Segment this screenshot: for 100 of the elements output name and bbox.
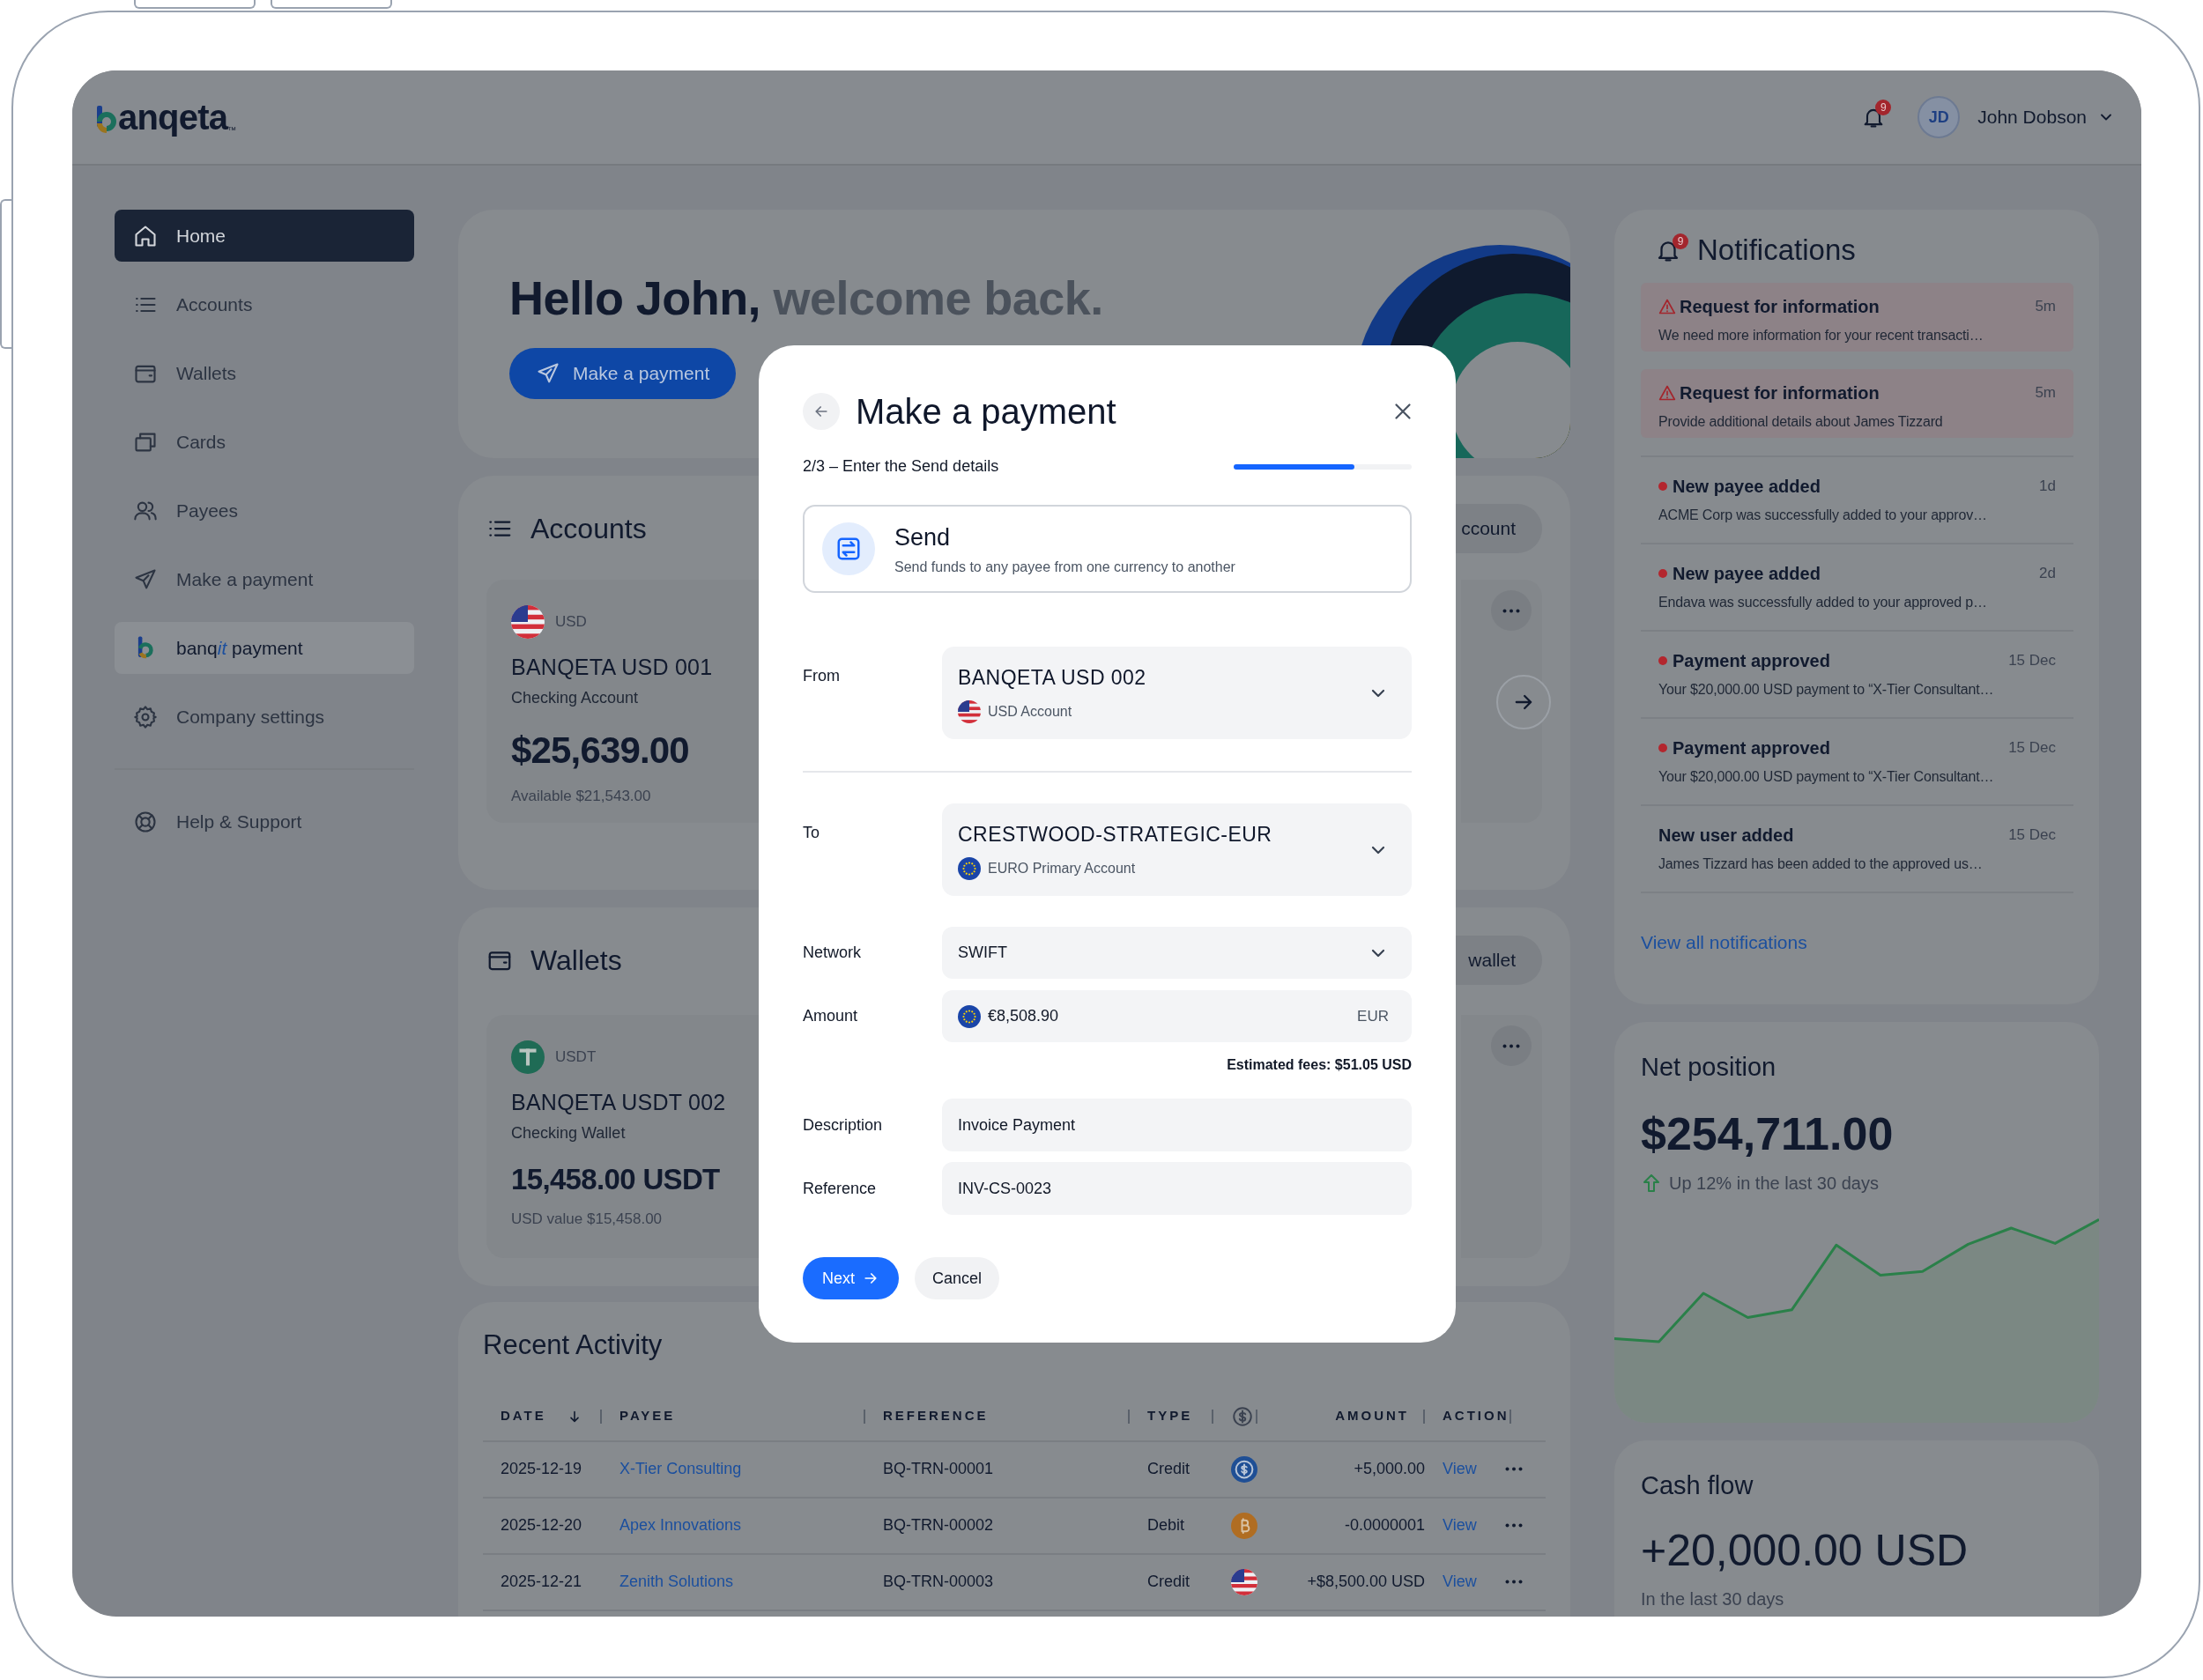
more-button[interactable]: [1505, 1523, 1523, 1528]
table-cell-text: BQ-TRN-00001: [883, 1459, 994, 1479]
warning-icon: [1658, 384, 1676, 402]
add-button[interactable]: ccount: [1456, 504, 1542, 553]
notification-title: New user added: [1658, 825, 1794, 847]
network-dropdown[interactable]: SWIFT: [942, 927, 1412, 979]
nav-item[interactable]: Payees: [115, 485, 414, 537]
us-flag-icon: [511, 605, 545, 639]
settings-icon: [133, 704, 158, 729]
currency-code: USDT: [555, 1047, 597, 1068]
column-header[interactable]: DATE: [501, 1406, 546, 1426]
notification-text: Endava was successfully added to your approved p…: [1658, 594, 1987, 611]
notification-title: Payment approved: [1673, 737, 1830, 759]
account-name: BANQETA USD 001: [511, 654, 714, 681]
cancel-button[interactable]: Cancel: [915, 1257, 1000, 1299]
nav-item[interactable]: Help & Support: [115, 796, 414, 847]
dollar-circle-icon: [1231, 1404, 1254, 1428]
section-title: Accounts: [530, 512, 647, 546]
table-cell-text: +$8,500.00 USD: [1307, 1572, 1425, 1592]
brand-icon: [137, 635, 153, 661]
logo-icon: [97, 106, 118, 134]
dialog-title: Make a payment: [856, 391, 1116, 433]
add-button[interactable]: wallet: [1456, 936, 1542, 985]
next-button[interactable]: Next: [803, 1257, 899, 1299]
user-avatar: JD: [1917, 96, 1961, 138]
currency-code: USD: [555, 612, 587, 633]
notification-item[interactable]: Request for information 5m We need more information for your recent transacti…: [1641, 283, 2073, 352]
eu-flag-icon: [958, 856, 981, 880]
amount-field[interactable]: €8,508.90 EUR: [942, 990, 1412, 1042]
more-icon: [1505, 1580, 1523, 1584]
user-menu-button[interactable]: John Dobson: [1977, 103, 2115, 131]
net-position-amount: $254,711.00: [1641, 1106, 1894, 1161]
usdc-coin-icon: [1231, 1455, 1257, 1483]
change-text: Up 12% in the last 30 days: [1669, 1172, 1879, 1195]
column-header[interactable]: ACTION: [1443, 1406, 1509, 1426]
description-field[interactable]: Invoice Payment: [942, 1099, 1412, 1151]
greeting-heading: Hello John, welcome back.: [509, 270, 1103, 326]
notification-title: Request for information: [1680, 296, 1880, 318]
bitcoin-coin-icon: [1231, 1512, 1257, 1539]
nav-item[interactable]: Company settings: [115, 691, 414, 743]
nav-item[interactable]: Wallets: [115, 347, 414, 399]
account-subtitle: USD Account: [988, 702, 1072, 721]
currency-label: EUR: [1357, 1006, 1389, 1026]
balance-detail: Available $21,543.00: [511, 786, 652, 806]
us-flag-icon: [958, 699, 981, 723]
lifebuoy-icon: [133, 809, 158, 834]
send-option-card[interactable]: Send Send funds to any payee from one currency to another: [803, 505, 1412, 593]
notifications-button[interactable]: 9: [1856, 100, 1892, 135]
notification-text: Provide additional details about James Tizzard: [1658, 413, 1943, 431]
nav-item[interactable]: Make a payment: [115, 553, 414, 605]
notification-time: 15 Dec: [2008, 738, 2056, 759]
nav-item[interactable]: Accounts: [115, 278, 414, 330]
field-label: Reference: [803, 1178, 878, 1199]
logo-text: anqeta: [118, 100, 228, 135]
table-cell-text: +5,000.00: [1354, 1459, 1425, 1479]
more-button[interactable]: [1505, 1580, 1523, 1584]
arrow-up-icon: [1641, 1172, 1662, 1194]
notification-text: James Tizzard has been added to the approved us…: [1658, 855, 1983, 873]
account-type: Checking Account: [511, 687, 640, 708]
more-button[interactable]: [1505, 1467, 1523, 1471]
notification-item[interactable]: Payment approved 15 Dec Your $20,000.00 USD payment to “X-Tier Consultant…: [1641, 630, 2073, 717]
us-flag-icon: [1231, 1568, 1257, 1595]
nav-item[interactable]: banqit payment: [115, 622, 414, 674]
step-text: 2/3 – Enter the Send details: [803, 456, 999, 477]
notification-item[interactable]: New payee added 1d ACME Corp was successfully added to your approv…: [1641, 455, 2073, 543]
column-header[interactable]: AMOUNT: [1335, 1406, 1409, 1426]
account-type: Checking Wallet: [511, 1122, 627, 1143]
make-payment-button[interactable]: Make a payment: [509, 348, 737, 399]
to-account-dropdown[interactable]: CRESTWOOD-STRATEGIC-EUR EURO Primary Account: [942, 803, 1412, 896]
table-cell-text: Debit: [1147, 1515, 1185, 1536]
fees-text: Estimated fees: $51.05 USD: [1227, 1056, 1412, 1074]
account-name: CRESTWOOD-STRATEGIC-EUR: [958, 822, 1272, 848]
more-icon: [1502, 1043, 1520, 1048]
notification-item[interactable]: Payment approved 15 Dec Your $20,000.00 USD payment to “X-Tier Consultant…: [1641, 717, 2073, 804]
notification-time: 15 Dec: [2008, 825, 2056, 846]
notification-item[interactable]: New payee added 2d Endava was successfully added to your approved p…: [1641, 543, 2073, 630]
cash-flow-caption: In the last 30 days: [1641, 1587, 1784, 1610]
table-cell-text: Credit: [1147, 1459, 1190, 1479]
from-account-dropdown[interactable]: BANQETA USD 002 USD Account: [942, 647, 1412, 739]
notification-title: Request for information: [1680, 382, 1880, 404]
nav-item[interactable]: Cards: [115, 416, 414, 468]
balance-detail: USD value $15,458.00: [511, 1210, 664, 1229]
column-header[interactable]: PAYEE: [619, 1406, 676, 1426]
notification-item[interactable]: New user added 15 Dec James Tizzard has been added to the approved us…: [1641, 804, 2073, 892]
field-label: Description: [803, 1114, 884, 1136]
balance-amount: 15,458.00 USDT: [511, 1161, 721, 1197]
account-subtitle: EURO Primary Account: [988, 859, 1136, 877]
field-label: Amount: [803, 1006, 859, 1026]
notification-item[interactable]: Request for information 5m Provide additional details about James Tizzard: [1641, 369, 2073, 438]
reference-field[interactable]: INV-CS-0023: [942, 1162, 1412, 1215]
cash-flow-amount: +20,000.00 USD: [1641, 1524, 1969, 1577]
column-header[interactable]: TYPE: [1147, 1406, 1193, 1426]
nav-item[interactable]: Home: [115, 210, 414, 262]
tether-coin-icon: [511, 1040, 545, 1074]
field-label: Network: [803, 943, 862, 963]
more-icon: [1505, 1467, 1523, 1471]
table-cell-text: 2025-12-20: [501, 1515, 582, 1536]
section-title: Wallets: [530, 944, 622, 978]
column-header[interactable]: REFERENCE: [883, 1406, 989, 1426]
back-button[interactable]: [803, 393, 840, 430]
